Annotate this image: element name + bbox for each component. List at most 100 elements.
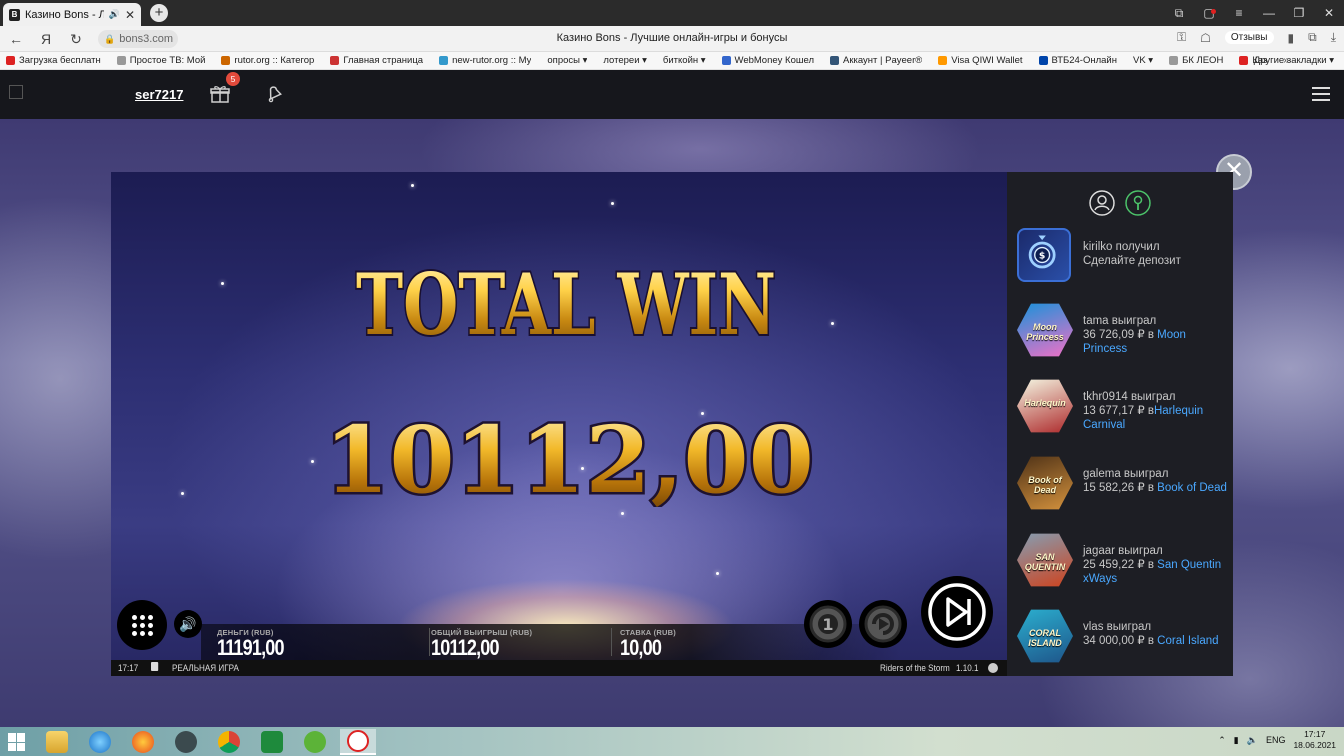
taskbar-clock[interactable]: 17:17 18.06.2021 (1293, 729, 1336, 751)
bookmarks-bar: Загрузка бесплатн Простое ТВ: Мой rutor.or… (0, 52, 1344, 70)
volume-icon[interactable]: 🔈 (1247, 735, 1258, 746)
bet-cell[interactable]: СТАВКА (RUB) 10,00 (620, 628, 676, 659)
keyhole-icon[interactable] (1125, 190, 1151, 216)
download-icon[interactable]: ⤓ (1331, 30, 1336, 45)
feed-game-link[interactable]: Book of Dead (1157, 482, 1227, 494)
speaker-icon[interactable]: 🔊 (109, 9, 120, 20)
balance-cell: ДЕНЬГИ (RUB) 11191,00 (217, 628, 298, 659)
windows-start-icon[interactable] (8, 733, 26, 751)
sidebar-icons (1089, 190, 1151, 216)
bookmark-item[interactable]: new-rutor.org :: Му (439, 55, 531, 66)
network-icon[interactable]: ▮ (1234, 735, 1239, 746)
bookmark-favicon-icon (830, 56, 839, 65)
coin-value-button[interactable]: 1 (804, 600, 852, 648)
bookmark-label: лотереи ▾ (603, 55, 647, 66)
key-icon[interactable]: ⚿ (1177, 30, 1186, 45)
feed-user-line: jagaar выиграл (1083, 545, 1163, 557)
game-thumbnail[interactable]: SAN QUENTIN (1017, 533, 1073, 587)
language-indicator[interactable]: ENG (1266, 735, 1286, 745)
bookmark-label: Главная страница (343, 55, 424, 66)
thumbnail-logo: Harlequin (1024, 398, 1066, 408)
bookmark-item[interactable]: Загрузка бесплатн (6, 55, 101, 66)
android-taskbar-icon[interactable] (297, 729, 333, 755)
menu-lines-icon[interactable]: ≡ (1224, 6, 1254, 20)
hamburger-menu-icon[interactable] (1312, 87, 1330, 101)
back-arrow-icon[interactable]: ← (6, 30, 26, 48)
game-thumbnail[interactable]: Moon Princess (1017, 303, 1073, 357)
feed-game-link[interactable]: Coral Island (1157, 635, 1218, 647)
game-thumbnail[interactable]: CORAL ISLAND (1017, 609, 1073, 663)
browser-tab[interactable]: B Казино Bons - Лучши 🔊 ✕ (3, 3, 141, 26)
bookmark-label: Загрузка бесплатн (19, 55, 101, 66)
game-thumbnail[interactable]: Book of Dead (1017, 456, 1073, 510)
url-field[interactable]: 🔒 bons3.com (98, 30, 178, 48)
tab-close-button[interactable]: ✕ (125, 8, 135, 22)
window-close-button[interactable]: ✕ (1314, 6, 1344, 20)
extensions-icon[interactable]: ⧉ (1308, 30, 1317, 45)
other-bookmarks[interactable]: Другие закладки ▾ (1254, 55, 1334, 66)
user-icon[interactable] (1089, 190, 1115, 216)
feed-item[interactable]: Book of Dead galema выиграл 15 582,26 ₽ в … (1017, 455, 1227, 515)
bookmark-icon[interactable]: ▮ (1288, 31, 1295, 45)
protect-icon[interactable]: ☖ (1200, 31, 1211, 45)
bookmark-item[interactable]: WebMoney Кошел (721, 55, 814, 66)
site-logo[interactable] (9, 85, 23, 99)
game-thumbnail[interactable]: Harlequin (1017, 379, 1073, 433)
bookmark-item[interactable]: лотереи ▾ (603, 55, 647, 66)
bookmark-manager-icon[interactable]: ⧉ (1164, 6, 1194, 21)
game-menu-button[interactable] (117, 600, 167, 650)
bookmark-item[interactable]: опросы ▾ (547, 55, 587, 66)
bookmark-item[interactable]: Visa QIWI Wallet (938, 55, 1023, 66)
feed-amount: 34 000,00 ₽ в (1083, 635, 1158, 647)
tray-arrow-icon[interactable]: ⌃ (1218, 735, 1226, 746)
game-name: Riders of the Storm (880, 663, 950, 673)
bookmark-item[interactable]: биткойн ▾ (663, 55, 706, 66)
notifications-icon[interactable]: ▢ (1194, 6, 1224, 20)
bookmark-item[interactable]: rutor.org :: Категор (221, 55, 314, 66)
autoplay-button[interactable] (859, 600, 907, 648)
deposit-bonus-thumbnail[interactable]: $ (1017, 228, 1071, 282)
nox-taskbar-icon[interactable] (168, 729, 204, 755)
chrome-taskbar-icon[interactable] (211, 729, 247, 755)
excel-taskbar-icon[interactable] (254, 729, 290, 755)
game-frame[interactable]: TOTAL WIN 10112,00 🔊 ДЕНЬГИ (RUB) 11191,… (111, 172, 1007, 676)
bookmark-item[interactable]: Главная страница (330, 55, 423, 66)
new-tab-button[interactable]: + (150, 4, 168, 22)
gift-icon[interactable] (210, 85, 230, 103)
bell-icon[interactable] (264, 84, 284, 104)
firefox-taskbar-icon[interactable] (125, 729, 161, 755)
feed-item[interactable]: CORAL ISLAND vlas выиграл 34 000,00 ₽ в Co… (1017, 608, 1227, 668)
feed-item[interactable]: Harlequin tkhr0914 выиграл 13 677,17 ₽ вHa… (1017, 378, 1227, 438)
yandex-browser-taskbar-icon[interactable] (340, 729, 376, 755)
feed-item[interactable]: SAN QUENTIN jagaar выиграл 25 459,22 ₽ в S… (1017, 532, 1227, 592)
bookmark-favicon-icon (439, 56, 449, 65)
bookmark-favicon-icon (1169, 56, 1179, 65)
feed-user-line: tama выиграл (1083, 315, 1157, 327)
bookmark-item[interactable]: VK ▾ (1133, 55, 1153, 66)
reload-icon[interactable]: ↻ (66, 30, 86, 48)
bookmark-item[interactable]: Простое ТВ: Мой (116, 55, 205, 66)
bookmark-favicon-icon (116, 56, 126, 65)
spin-button[interactable] (921, 576, 993, 648)
address-bar-actions: ⚿ ☖ Отзывы ▮ ⧉ ⤓ (1177, 30, 1336, 45)
bookmark-item[interactable]: Аккаунт | Payeer® (830, 55, 922, 66)
lock-icon: 🔒 (104, 33, 116, 44)
yandex-icon[interactable]: Я (36, 30, 56, 48)
maximize-button[interactable]: ❐ (1284, 6, 1314, 20)
settings-icon[interactable] (988, 663, 998, 673)
bookmark-favicon-icon (1239, 56, 1249, 65)
explorer-taskbar-icon[interactable] (39, 729, 75, 755)
game-clock: 17:17 (118, 663, 139, 673)
ie-taskbar-icon[interactable] (82, 729, 118, 755)
feed-item[interactable]: Moon Princess tama выиграл 36 726,09 ₽ в M… (1017, 302, 1227, 362)
reviews-button[interactable]: Отзывы (1224, 31, 1274, 44)
total-win-value: 10112,00 (431, 635, 500, 660)
username-link[interactable]: ser7217 (135, 87, 183, 102)
bookmark-item[interactable]: ВТБ24-Онлайн (1038, 55, 1117, 66)
history-icon[interactable] (151, 662, 159, 671)
bookmark-item[interactable]: БК ЛЕОН (1169, 55, 1223, 66)
sound-toggle-icon[interactable]: 🔊 (174, 610, 202, 638)
coin-dollar-icon: $ (1028, 235, 1056, 269)
minimize-button[interactable]: — (1254, 6, 1284, 20)
feed-item[interactable]: $ kirilko получил Сделайте депозит (1017, 228, 1227, 288)
